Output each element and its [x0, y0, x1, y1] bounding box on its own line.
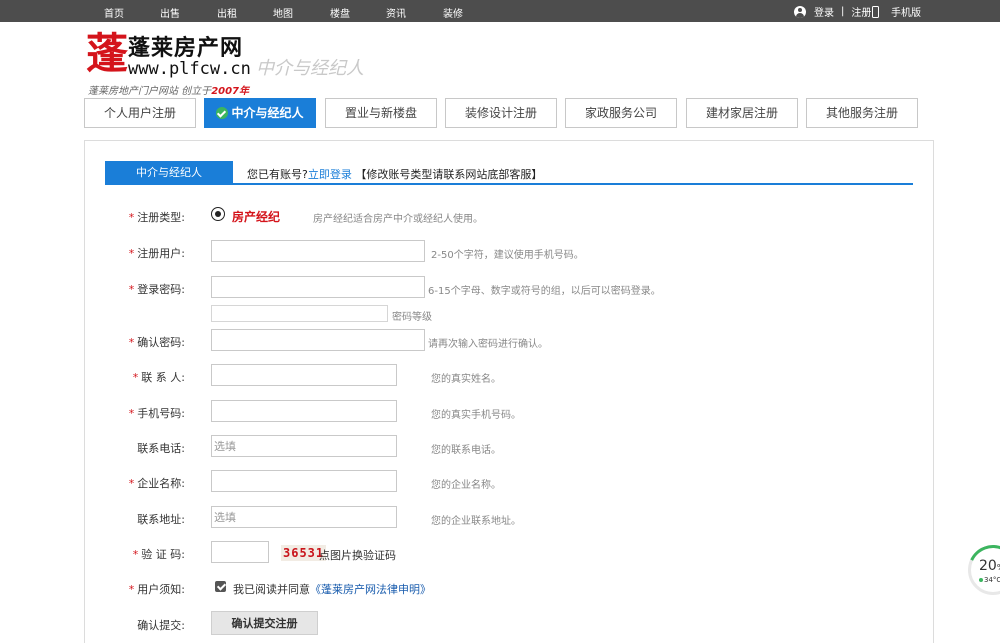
- registration-panel: 中介与经纪人 您已有账号?立即登录 【修改账号类型请联系网站底部客服】 * 注册类…: [84, 140, 934, 643]
- logo-slogan: 蓬莱房地产门户网站 创立于2007年: [88, 82, 249, 97]
- phone-hint: 您的联系电话。: [431, 445, 501, 456]
- modify-account-note: 【修改账号类型请联系网站底部客服】: [351, 168, 543, 181]
- nav-buildings[interactable]: 楼盘: [330, 5, 350, 20]
- radio-selected-icon[interactable]: [211, 207, 225, 221]
- login-link[interactable]: 登录: [814, 4, 834, 19]
- captcha-refresh-hint: 点图片换验证码: [319, 549, 396, 562]
- type-option-broker[interactable]: 房产经纪: [232, 208, 280, 225]
- captcha-input[interactable]: [211, 541, 269, 563]
- tab-label: 置业与新楼盘: [344, 106, 417, 120]
- widget-percent: 20%: [979, 558, 1000, 574]
- register-category-tabs: 个人用户注册 中介与经纪人 置业与新楼盘 装修设计注册 家政服务公司 建材家居注…: [84, 98, 924, 128]
- contact-label: * 联 系 人:: [132, 371, 185, 384]
- address-hint: 您的企业联系地址。: [431, 516, 521, 527]
- have-account-text: 您已有账号?: [247, 168, 308, 181]
- password-strength-label: 密码等级: [392, 312, 432, 323]
- tab-label: 建材家居注册: [705, 106, 778, 120]
- system-monitor-widget[interactable]: 20% 34°C: [960, 537, 1000, 603]
- logo-slogan-text: 蓬莱房地产门户网站 创立于: [88, 86, 212, 97]
- phone-label: 联系电话:: [137, 442, 185, 455]
- password-strength-bar: [211, 305, 388, 322]
- top-nav-bar: 首页 出售 出租 地图 楼盘 资讯 装修 登录 | 注册 手机版: [0, 0, 1000, 22]
- mobile-hint: 您的真实手机号码。: [431, 410, 521, 421]
- submit-register-button[interactable]: 确认提交注册: [211, 611, 318, 635]
- widget-temperature: 34°C: [979, 576, 1000, 584]
- tab-property[interactable]: 置业与新楼盘: [325, 98, 437, 128]
- password-hint: 6-15个字母、数字或符号的组，以后可以密码登录。: [428, 286, 661, 297]
- mobile-label: * 手机号码:: [128, 407, 185, 420]
- topbar-account: 登录 | 注册: [794, 4, 871, 19]
- topbar-separator: |: [841, 6, 845, 17]
- temperature-icon: [979, 578, 983, 582]
- mobile-link[interactable]: 手机版: [891, 4, 921, 19]
- tab-label: 中介与经纪人: [231, 106, 304, 120]
- phone-icon: [872, 5, 879, 18]
- tab-building-materials[interactable]: 建材家居注册: [686, 98, 798, 128]
- register-link[interactable]: 注册: [851, 4, 871, 19]
- terms-checkbox[interactable]: [215, 581, 226, 592]
- tab-label: 其他服务注册: [825, 106, 898, 120]
- nav-news[interactable]: 资讯: [386, 5, 406, 20]
- nav-sale[interactable]: 出售: [160, 5, 180, 20]
- login-now-link[interactable]: 立即登录: [308, 168, 352, 181]
- tab-other-services[interactable]: 其他服务注册: [806, 98, 918, 128]
- form-tab-agent[interactable]: 中介与经纪人: [105, 161, 233, 185]
- topbar-mobile[interactable]: 手机版: [872, 4, 921, 19]
- nav-rent[interactable]: 出租: [217, 5, 237, 20]
- company-label: * 企业名称:: [128, 477, 185, 490]
- account-note: 您已有账号?立即登录 【修改账号类型请联系网站底部客服】: [247, 166, 542, 182]
- company-hint: 您的企业名称。: [431, 480, 501, 491]
- logo-glyph[interactable]: 蓬: [86, 30, 128, 78]
- user-icon: [794, 5, 806, 18]
- username-input[interactable]: [211, 240, 425, 262]
- password-label: * 登录密码:: [128, 283, 185, 296]
- nav-decoration[interactable]: 装修: [443, 5, 463, 20]
- username-label: * 注册用户:: [128, 247, 185, 260]
- nav-home[interactable]: 首页: [104, 5, 124, 20]
- contact-input[interactable]: [211, 364, 397, 386]
- tab-personal[interactable]: 个人用户注册: [84, 98, 196, 128]
- nav-map[interactable]: 地图: [273, 5, 293, 20]
- confirm-password-label: * 确认密码:: [128, 336, 185, 349]
- address-label: 联系地址:: [137, 513, 185, 526]
- submit-label: 确认提交:: [137, 619, 185, 632]
- logo-name[interactable]: 蓬莱房产网: [128, 30, 243, 62]
- mobile-input[interactable]: [211, 400, 397, 422]
- tab-agent[interactable]: 中介与经纪人: [204, 98, 316, 128]
- captcha-label: * 验 证 码:: [132, 548, 185, 561]
- terms-text: 我已阅读并同意《蓬莱房产网法律申明》: [233, 583, 431, 596]
- logo-url: www.plfcw.cn: [128, 59, 251, 79]
- confirm-password-hint: 请再次输入密码进行确认。: [428, 339, 548, 350]
- address-input[interactable]: [211, 506, 397, 528]
- phone-input[interactable]: [211, 435, 397, 457]
- username-hint: 2-50个字符，建议使用手机号码。: [431, 250, 584, 261]
- type-label: * 注册类型:: [128, 211, 185, 224]
- form-tab-underline: [105, 183, 913, 185]
- tab-label: 个人用户注册: [103, 106, 176, 120]
- confirm-password-input[interactable]: [211, 329, 425, 351]
- terms-label: * 用户须知:: [128, 583, 185, 596]
- tab-label: 装修设计注册: [464, 106, 537, 120]
- company-input[interactable]: [211, 470, 397, 492]
- tab-label: 家政服务公司: [584, 106, 657, 120]
- tab-decoration[interactable]: 装修设计注册: [445, 98, 557, 128]
- check-icon: [216, 107, 229, 119]
- logo-subtitle: 中介与经纪人: [256, 58, 364, 79]
- legal-statement-link[interactable]: 《蓬莱房产网法律申明》: [310, 583, 431, 596]
- password-input[interactable]: [211, 276, 425, 298]
- tab-housekeeping[interactable]: 家政服务公司: [565, 98, 677, 128]
- type-hint: 房产经纪适合房产中介或经纪人使用。: [313, 214, 483, 225]
- contact-hint: 您的真实姓名。: [431, 374, 501, 385]
- logo-slogan-year: 2007年: [211, 86, 250, 97]
